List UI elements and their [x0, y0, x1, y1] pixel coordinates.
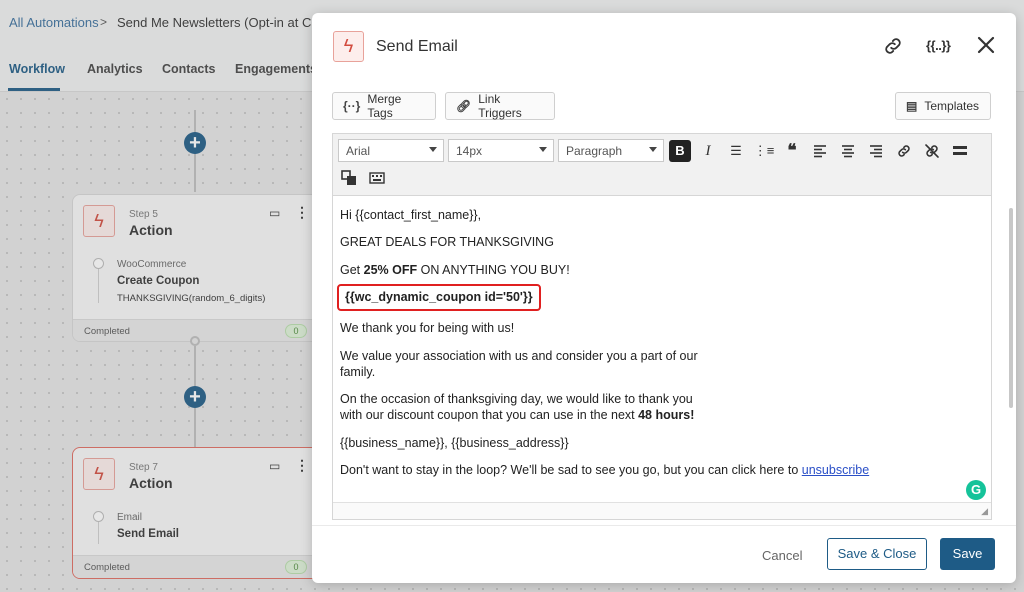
link-icon[interactable] — [882, 35, 904, 57]
align-right-icon[interactable] — [865, 140, 887, 162]
unlink-icon[interactable] — [921, 140, 943, 162]
keyboard-icon[interactable] — [366, 167, 388, 189]
offer-line: Get 25% OFF ON ANYTHING YOU BUY! — [340, 263, 570, 277]
modal-title: Send Email — [376, 38, 458, 55]
value-paragraph: We value your association with us and co… — [340, 349, 698, 379]
bullet-list-icon[interactable]: ☰ — [725, 140, 747, 162]
italic-icon[interactable]: I — [697, 140, 719, 162]
blockquote-icon[interactable]: ❝ — [781, 140, 803, 162]
editor-toolbar: Arial 14px Paragraph B I ☰ ⋮≡ ❝ — [333, 134, 991, 196]
chevron-down-icon — [539, 147, 547, 152]
modal-scrollbar[interactable] — [1009, 208, 1013, 408]
link-triggers-button[interactable]: 🔗︎ Link Triggers — [445, 92, 555, 120]
save-button[interactable]: Save — [940, 538, 995, 570]
templates-label: Templates — [924, 99, 980, 113]
merge-tags-icon[interactable]: {{..}} — [926, 38, 951, 53]
email-body[interactable]: Hi {{contact_first_name}}, GREAT DEALS F… — [333, 196, 991, 502]
block-format-select[interactable]: Paragraph — [558, 139, 664, 162]
chevron-down-icon — [649, 147, 657, 152]
font-family-select[interactable]: Arial — [338, 139, 444, 162]
templates-button[interactable]: ▤ Templates — [895, 92, 991, 120]
insert-link-icon[interactable] — [893, 140, 915, 162]
block-format-value: Paragraph — [566, 144, 623, 158]
lightning-icon: ϟ — [333, 31, 364, 62]
link-triggers-label: Link Triggers — [478, 92, 522, 120]
resize-handle-icon[interactable]: ◢ — [981, 506, 988, 517]
align-center-icon[interactable] — [837, 140, 859, 162]
font-size-value: 14px — [456, 144, 483, 158]
paste-as-text-icon[interactable] — [338, 167, 360, 189]
business-line: {{business_name}}, {{business_address}} — [340, 436, 569, 450]
bold-icon[interactable]: B — [669, 140, 691, 162]
headline-line: GREAT DEALS FOR THANKSGIVING — [340, 235, 554, 249]
merge-tags-button[interactable]: {··} Merge Tags — [332, 92, 436, 120]
templates-icon: ▤ — [906, 99, 918, 113]
align-left-icon[interactable] — [809, 140, 831, 162]
editor-statusbar: ◢ — [333, 502, 991, 519]
chevron-down-icon — [429, 147, 437, 152]
merge-tags-label: Merge Tags — [367, 92, 402, 120]
send-email-modal: ϟ Send Email {{..}} {··} Merge Tags 🔗︎ L… — [312, 13, 1016, 583]
font-family-value: Arial — [346, 144, 371, 158]
cancel-button[interactable]: Cancel — [762, 548, 802, 563]
greeting-line: Hi {{contact_first_name}}, — [340, 208, 482, 222]
numbered-list-icon[interactable]: ⋮≡ — [753, 140, 775, 162]
thanks-line: We thank you for being with us! — [340, 321, 515, 335]
unsubscribe-line: Don't want to stay in the loop? We'll be… — [340, 463, 870, 477]
unsubscribe-link[interactable]: unsubscribe — [802, 463, 869, 477]
link-icon: 🔗︎ — [456, 99, 472, 113]
horizontal-line-icon[interactable] — [949, 140, 971, 162]
modal-footer: Cancel Save & Close Save — [312, 525, 1016, 583]
grammarly-icon[interactable]: G — [966, 480, 986, 500]
occasion-paragraph: On the occasion of thanksgiving day, we … — [340, 392, 695, 422]
coupon-merge-tag: {{wc_dynamic_coupon id='50'}} — [337, 284, 541, 311]
close-icon[interactable] — [975, 34, 997, 56]
email-editor: Arial 14px Paragraph B I ☰ ⋮≡ ❝ Hi {{con… — [332, 133, 992, 520]
font-size-select[interactable]: 14px — [448, 139, 554, 162]
save-and-close-button[interactable]: Save & Close — [827, 538, 927, 570]
merge-tags-icon: {··} — [343, 99, 361, 113]
